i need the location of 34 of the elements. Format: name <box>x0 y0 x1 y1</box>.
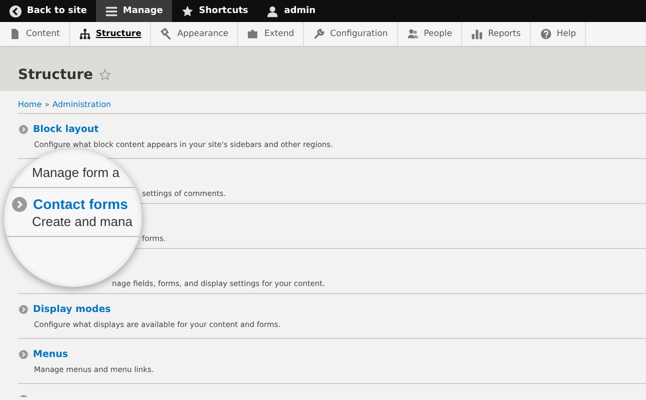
item-link[interactable]: Block layout <box>33 124 99 134</box>
user-icon <box>266 4 280 18</box>
back-icon <box>9 4 22 18</box>
help-icon <box>540 28 552 40</box>
tab[interactable]: Content <box>0 22 70 46</box>
page-icon <box>9 28 21 40</box>
tab[interactable]: Extend <box>238 22 304 46</box>
breadcrumb-link[interactable]: Home <box>18 100 42 109</box>
brush-icon <box>160 28 172 40</box>
tab[interactable]: Reports <box>462 22 531 46</box>
toolbar-item[interactable]: Back to site <box>0 0 96 22</box>
people-icon <box>406 28 419 40</box>
hierarchy-icon <box>78 28 91 40</box>
page-title: Structure <box>18 67 94 83</box>
item-link[interactable]: Contact forms <box>33 196 128 212</box>
toolbar-item[interactable]: Manage <box>96 0 172 22</box>
breadcrumb-link[interactable]: Administration <box>52 100 112 109</box>
breadcrumb-separator: » <box>44 100 50 109</box>
tab[interactable]: Configuration <box>304 22 398 46</box>
toolbar-item[interactable]: Shortcuts <box>172 0 258 22</box>
star-icon <box>180 4 194 18</box>
item-description: Manage form a <box>32 164 120 182</box>
tab[interactable]: Help <box>530 22 586 46</box>
wrench-icon <box>313 28 326 40</box>
tab[interactable]: Structure <box>70 22 152 46</box>
item-link[interactable]: Menus <box>33 348 68 360</box>
item-description: Create and mana <box>32 213 132 231</box>
bar-chart-icon <box>471 28 484 40</box>
star-icon[interactable] <box>99 69 112 81</box>
toolbar-item[interactable]: admin <box>257 0 325 22</box>
tab[interactable]: People <box>398 22 462 46</box>
menu-icon <box>104 4 118 18</box>
tab[interactable]: Appearance <box>151 22 238 46</box>
item-link[interactable]: Display modes <box>33 304 111 314</box>
